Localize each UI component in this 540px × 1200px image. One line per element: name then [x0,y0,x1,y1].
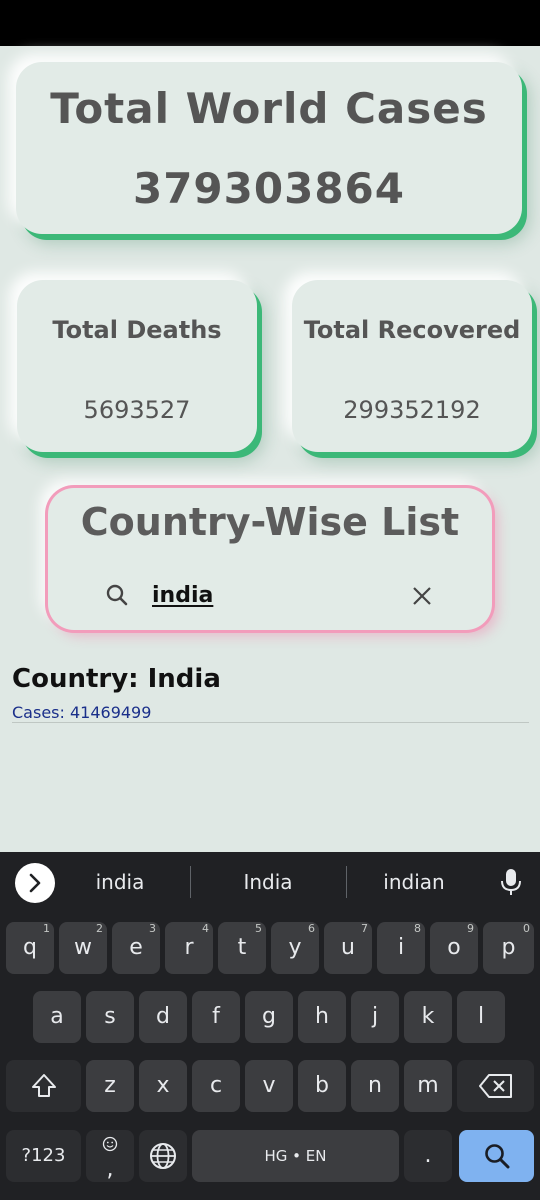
country-search-input[interactable]: india [152,583,213,608]
world-cases-card: Total World Cases 379303864 [16,62,522,234]
search-submit-key[interactable] [459,1130,534,1182]
key-e[interactable]: e3 [112,922,160,974]
expand-toolbar-button[interactable] [15,863,55,903]
country-search-card: Country-Wise List india [48,488,492,630]
total-recovered-value: 299352192 [343,396,481,424]
search-icon [106,584,128,606]
suggestion-divider [190,866,191,898]
language-key[interactable] [139,1130,187,1182]
result-cases: Cases: 41469499 [12,703,152,722]
key-b[interactable]: b [298,1060,346,1112]
status-bar [0,0,540,46]
result-country[interactable]: Country: India [12,664,221,694]
key-o[interactable]: o9 [430,922,478,974]
globe-icon [150,1143,176,1169]
on-screen-keyboard: india India indian q1 w2 e3 r4 t5 y6 u7 … [0,852,540,1200]
key-k[interactable]: k [404,991,452,1043]
key-f[interactable]: f [192,991,240,1043]
suggestion-bar: india India indian [0,852,540,912]
key-j[interactable]: j [351,991,399,1043]
shift-key[interactable] [6,1060,81,1112]
result-divider [12,722,529,723]
emoji-comma-key[interactable]: , [86,1130,134,1182]
close-icon[interactable] [412,586,432,606]
shift-icon [31,1074,56,1097]
key-a[interactable]: a [33,991,81,1043]
world-cases-title: Total World Cases [50,84,488,133]
key-h[interactable]: h [298,991,346,1043]
total-recovered-title: Total Recovered [303,316,521,344]
key-g[interactable]: g [245,991,293,1043]
suggestion-2[interactable]: India [218,870,318,894]
key-w[interactable]: w2 [59,922,107,974]
total-deaths-value: 5693527 [83,396,191,424]
key-y[interactable]: y6 [271,922,319,974]
key-l[interactable]: l [457,991,505,1043]
backspace-key[interactable] [457,1060,534,1112]
key-x[interactable]: x [139,1060,187,1112]
key-c[interactable]: c [192,1060,240,1112]
key-r[interactable]: r4 [165,922,213,974]
world-cases-value: 379303864 [132,164,405,213]
key-i[interactable]: i8 [377,922,425,974]
key-m[interactable]: m [404,1060,452,1112]
period-key[interactable]: . [404,1130,452,1182]
key-q[interactable]: q1 [6,922,54,974]
chevron-right-icon [29,873,41,893]
key-z[interactable]: z [86,1060,134,1112]
country-list-title: Country-Wise List [80,500,460,544]
key-d[interactable]: d [139,991,187,1043]
search-icon [484,1144,509,1169]
key-t[interactable]: t5 [218,922,266,974]
symbols-key[interactable]: ?123 [6,1130,81,1182]
key-s[interactable]: s [86,991,134,1043]
total-recovered-card: Total Recovered 299352192 [292,280,532,452]
key-p[interactable]: p0 [483,922,534,974]
key-n[interactable]: n [351,1060,399,1112]
backspace-icon [478,1074,512,1098]
mic-icon[interactable] [500,868,522,896]
suggestion-3[interactable]: indian [364,870,464,894]
suggestion-divider [346,866,347,898]
total-deaths-card: Total Deaths 5693527 [17,280,257,452]
total-deaths-title: Total Deaths [52,316,222,344]
space-key[interactable]: HG • EN [192,1130,399,1182]
comma-label: , [106,1157,114,1182]
suggestion-1[interactable]: india [70,870,170,894]
key-v[interactable]: v [245,1060,293,1112]
key-u[interactable]: u7 [324,922,372,974]
